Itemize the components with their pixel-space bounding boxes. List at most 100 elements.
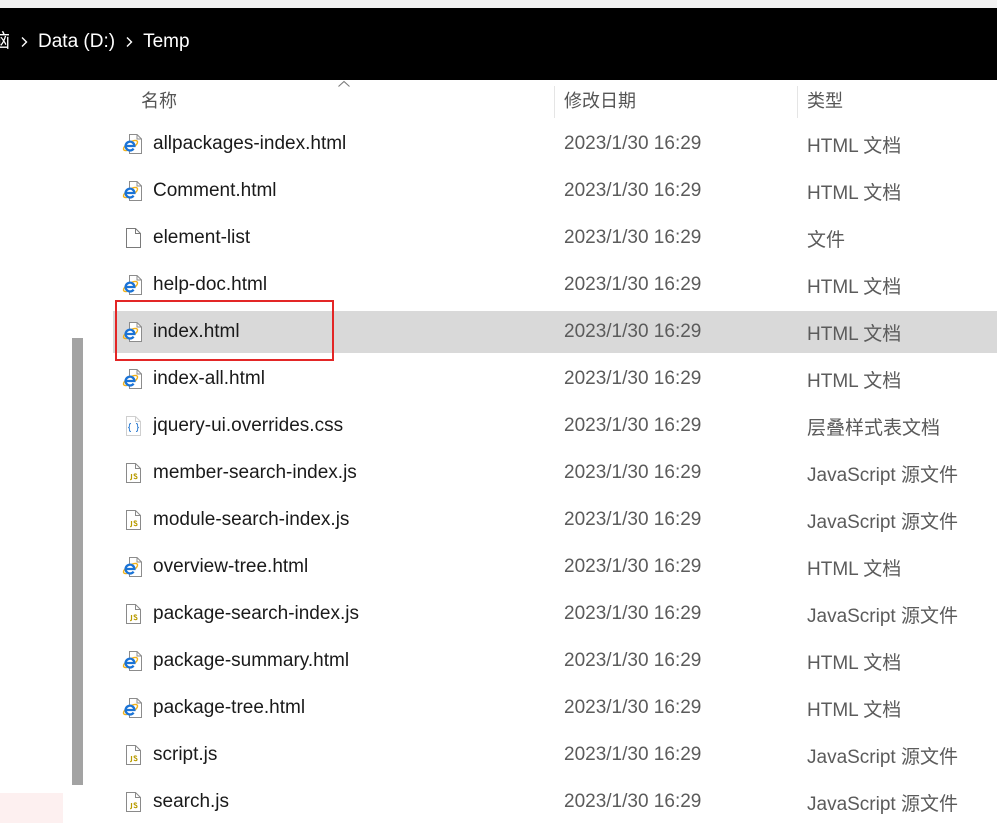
file-row[interactable]: overview-tree.html 2023/1/30 16:29 HTML 文档	[113, 544, 997, 591]
file-name: overview-tree.html	[153, 556, 309, 577]
html-file-icon	[122, 133, 144, 155]
navigation-pane-item-highlight[interactable]	[0, 793, 63, 823]
file-modified-date: 2023/1/30 16:29	[564, 744, 702, 765]
file-row[interactable]: script.js 2023/1/30 16:29 JavaScript 源文件	[113, 732, 997, 779]
js-file-icon	[122, 509, 144, 531]
file-row[interactable]: element-list 2023/1/30 16:29 文件	[113, 215, 997, 262]
file-type: HTML 文档	[807, 276, 902, 298]
file-name: package-tree.html	[153, 697, 306, 718]
file-type: HTML 文档	[807, 323, 902, 345]
file-icon-cell	[113, 358, 153, 400]
column-header-date-modified-label: 修改日期	[564, 91, 636, 111]
file-row[interactable]: Comment.html 2023/1/30 16:29 HTML 文档	[113, 168, 997, 215]
file-row[interactable]: member-search-index.js 2023/1/30 16:29 Jav…	[113, 450, 997, 497]
html-file-icon	[122, 650, 144, 672]
file-modified-date: 2023/1/30 16:29	[564, 274, 702, 295]
file-type: 文件	[807, 229, 846, 251]
file-row[interactable]: allpackages-index.html 2023/1/30 16:29 HTM…	[113, 121, 997, 168]
file-name: help-doc.html	[153, 274, 268, 295]
column-header-name-label: 名称	[141, 91, 177, 111]
file-type: HTML 文档	[807, 652, 902, 674]
file-icon-cell	[113, 499, 153, 541]
column-header-type-label: 类型	[807, 91, 843, 111]
file-modified-date: 2023/1/30 16:29	[564, 415, 702, 436]
file-row[interactable]: package-search-index.js 2023/1/30 16:29 Ja…	[113, 591, 997, 638]
file-modified-date: 2023/1/30 16:29	[564, 227, 702, 248]
blank-file-icon	[122, 227, 144, 249]
address-bar[interactable]: 脑 Data (D:) Temp	[0, 8, 997, 80]
file-icon-cell	[113, 217, 153, 259]
file-row[interactable]: jquery-ui.overrides.css 2023/1/30 16:29 层叠…	[113, 403, 997, 450]
chevron-right-icon[interactable]	[124, 35, 134, 49]
html-file-icon	[122, 697, 144, 719]
file-icon-cell	[113, 781, 153, 823]
html-file-icon	[122, 368, 144, 390]
file-type: JavaScript 源文件	[807, 793, 958, 815]
file-row[interactable]: index.html 2023/1/30 16:29 HTML 文档	[113, 309, 997, 356]
breadcrumb-item-data-drive[interactable]: Data (D:)	[38, 31, 115, 53]
js-file-icon	[122, 791, 144, 813]
file-icon-cell	[113, 734, 153, 776]
file-icon-cell	[113, 593, 153, 635]
file-icon-cell	[113, 405, 153, 447]
column-header-type[interactable]: 类型	[797, 80, 997, 120]
file-icon-cell	[113, 311, 153, 353]
file-row[interactable]: index-all.html 2023/1/30 16:29 HTML 文档	[113, 356, 997, 403]
file-type: JavaScript 源文件	[807, 746, 958, 768]
breadcrumb-item-this-pc[interactable]: 脑	[0, 31, 10, 53]
file-row[interactable]: package-tree.html 2023/1/30 16:29 HTML 文档	[113, 685, 997, 732]
css-file-icon	[122, 415, 144, 437]
breadcrumb-item-temp[interactable]: Temp	[143, 31, 189, 53]
js-file-icon	[122, 603, 144, 625]
chevron-right-icon[interactable]	[19, 35, 29, 49]
file-row[interactable]: help-doc.html 2023/1/30 16:29 HTML 文档	[113, 262, 997, 309]
file-row[interactable]: package-summary.html 2023/1/30 16:29 HTML …	[113, 638, 997, 685]
js-file-icon	[122, 462, 144, 484]
file-modified-date: 2023/1/30 16:29	[564, 650, 702, 671]
file-type: HTML 文档	[807, 370, 902, 392]
file-name: member-search-index.js	[153, 462, 357, 483]
file-icon-cell	[113, 264, 153, 306]
file-modified-date: 2023/1/30 16:29	[564, 321, 702, 342]
file-icon-cell	[113, 687, 153, 729]
file-name: Comment.html	[153, 180, 277, 201]
file-icon-cell	[113, 452, 153, 494]
navigation-pane-scrollbar[interactable]	[72, 338, 83, 785]
file-type: HTML 文档	[807, 558, 902, 580]
file-icon-cell	[113, 640, 153, 682]
file-name: search.js	[153, 791, 230, 812]
file-modified-date: 2023/1/30 16:29	[564, 791, 702, 812]
file-type: JavaScript 源文件	[807, 605, 958, 627]
html-file-icon	[122, 321, 144, 343]
file-name: script.js	[153, 744, 218, 765]
column-header-row: 名称 修改日期 类型	[113, 80, 997, 120]
file-name: jquery-ui.overrides.css	[153, 415, 344, 436]
file-modified-date: 2023/1/30 16:29	[564, 509, 702, 530]
file-icon-cell	[113, 546, 153, 588]
file-icon-cell	[113, 170, 153, 212]
file-name: allpackages-index.html	[153, 133, 347, 154]
file-modified-date: 2023/1/30 16:29	[564, 697, 702, 718]
file-modified-date: 2023/1/30 16:29	[564, 556, 702, 577]
file-name: package-search-index.js	[153, 603, 359, 624]
html-file-icon	[122, 180, 144, 202]
file-modified-date: 2023/1/30 16:29	[564, 603, 702, 624]
file-modified-date: 2023/1/30 16:29	[564, 368, 702, 389]
html-file-icon	[122, 556, 144, 578]
file-type: HTML 文档	[807, 135, 902, 157]
file-icon-cell	[113, 123, 153, 165]
column-header-name[interactable]: 名称	[113, 80, 554, 120]
file-modified-date: 2023/1/30 16:29	[564, 133, 702, 154]
file-modified-date: 2023/1/30 16:29	[564, 462, 702, 483]
file-list: allpackages-index.html 2023/1/30 16:29 HTM…	[113, 121, 997, 823]
file-modified-date: 2023/1/30 16:29	[564, 180, 702, 201]
file-type: HTML 文档	[807, 182, 902, 204]
file-type: HTML 文档	[807, 699, 902, 721]
breadcrumb: 脑 Data (D:) Temp	[0, 31, 190, 53]
file-name: package-summary.html	[153, 650, 350, 671]
file-name: index-all.html	[153, 368, 265, 389]
column-header-date-modified[interactable]: 修改日期	[554, 80, 797, 120]
js-file-icon	[122, 744, 144, 766]
file-row[interactable]: search.js 2023/1/30 16:29 JavaScript 源文件	[113, 779, 997, 823]
file-row[interactable]: module-search-index.js 2023/1/30 16:29 Jav…	[113, 497, 997, 544]
